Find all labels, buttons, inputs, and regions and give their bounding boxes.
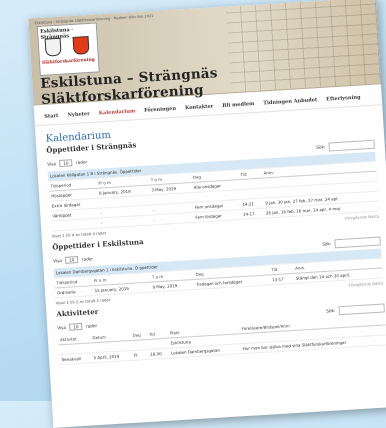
nav-item-start[interactable]: Start bbox=[44, 113, 58, 120]
table-cell bbox=[50, 218, 100, 232]
rows-label: rader bbox=[81, 256, 94, 262]
table-cell: 13-17 bbox=[269, 273, 295, 285]
search-control: Sök: bbox=[316, 139, 375, 153]
page-screenshot: Eskilstuna - Strängnäs Släktforskarfören… bbox=[28, 0, 386, 428]
show-label: Visa bbox=[53, 258, 62, 264]
nav-item-efterlysning[interactable]: Efterlysning bbox=[326, 94, 361, 102]
table-cell: Temakväll bbox=[58, 352, 92, 365]
search-label: Sök: bbox=[322, 241, 332, 247]
pagination[interactable]: Föregående Nästa bbox=[348, 280, 383, 287]
coat-of-arms-left-icon bbox=[44, 37, 62, 57]
table-cell: 5 April, 2019 bbox=[91, 350, 133, 363]
section-strangnas: Öppettider i Strängnäs Visa 10 rader Sök… bbox=[46, 126, 379, 239]
table-cell: - bbox=[150, 212, 194, 225]
logo-subtitle: Släktforskarförening bbox=[41, 57, 96, 66]
logo[interactable]: Eskilstuna · Strängnäs Släktforskarfören… bbox=[36, 22, 100, 77]
pagination[interactable]: Föregående Nästa bbox=[344, 214, 379, 221]
search-label: Sök: bbox=[316, 144, 326, 150]
table-cell: 18.00 bbox=[147, 348, 170, 360]
coat-of-arms-right-icon bbox=[72, 35, 90, 55]
table-cell: 9 May, 2019 bbox=[150, 279, 195, 293]
table-cell: 14-17 bbox=[240, 208, 265, 220]
nav-item-kontakter[interactable]: Kontakter bbox=[185, 103, 214, 111]
length-control: Visa 10 rader bbox=[47, 158, 87, 167]
nav-item-tidningen[interactable]: Tidningen Anbudet bbox=[263, 97, 317, 106]
search-label: Sök: bbox=[326, 307, 336, 314]
search-input[interactable] bbox=[328, 139, 375, 152]
rows-per-page-select[interactable]: 10 bbox=[59, 159, 73, 167]
show-label: Visa bbox=[57, 324, 67, 331]
nav-item-kalendarium[interactable]: Kalendarium bbox=[99, 108, 136, 116]
search-control: Sök: bbox=[322, 236, 381, 250]
table-info: Visar 1 till 2 av totalt 2 rader bbox=[55, 297, 111, 306]
length-control: Visa 10 rader bbox=[57, 322, 97, 331]
rows-per-page-select[interactable]: 10 bbox=[64, 256, 79, 264]
table-info: Visar 1 till 4 av totalt 4 rader bbox=[51, 230, 107, 239]
search-input[interactable] bbox=[338, 303, 385, 316]
header-banner: Eskilstuna - Strängnäs Släktforskarfören… bbox=[28, 0, 381, 108]
rows-label: rader bbox=[75, 159, 88, 165]
nav-item-bli-medlem[interactable]: Bli medlem bbox=[222, 101, 254, 109]
nav-item-foreningen[interactable]: Föreningen bbox=[144, 106, 176, 114]
table-cell: Fr bbox=[131, 349, 149, 361]
table-cell: Fem lördagar bbox=[193, 209, 242, 223]
length-control: Visa 10 rader bbox=[53, 255, 93, 264]
table-cell: - bbox=[98, 215, 152, 229]
main-content: Kalendarium Öppettider i Strängnäs Visa … bbox=[35, 105, 386, 370]
table-cell: Ordinarie bbox=[54, 285, 93, 298]
rows-per-page-select[interactable]: 10 bbox=[69, 322, 83, 331]
search-control: Sök: bbox=[326, 303, 385, 316]
search-input[interactable] bbox=[334, 236, 381, 249]
table-cell: 15 January, 2019 bbox=[92, 282, 151, 296]
show-label: Visa bbox=[47, 161, 57, 167]
nav-item-nyheter[interactable]: Nyheter bbox=[67, 111, 90, 118]
rows-label: rader bbox=[85, 322, 98, 329]
